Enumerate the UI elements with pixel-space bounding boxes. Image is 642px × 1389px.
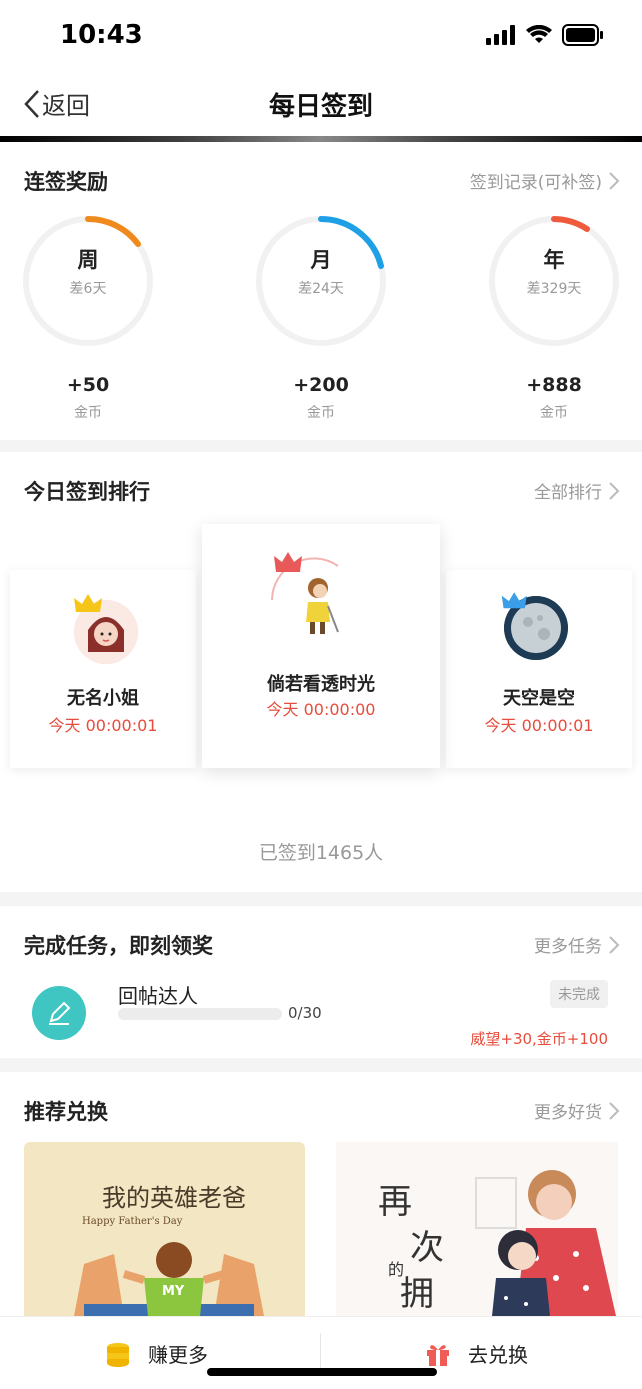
exchange-section: 推荐兑换 更多好货 我的英雄老爸 Happy Father's Day MY 再… bbox=[0, 1072, 642, 1316]
exchange-item-2-text-4: 拥 bbox=[400, 1274, 434, 1314]
more-tasks-label: 更多任务 bbox=[534, 937, 602, 957]
exchange-item-2-text-2: 次 bbox=[410, 1228, 444, 1268]
father-daughter-illustration bbox=[74, 1242, 264, 1316]
status-time: 10:43 bbox=[60, 20, 143, 50]
crown-icon bbox=[501, 592, 527, 609]
signed-count: 已签到1465人 bbox=[258, 842, 384, 864]
home-indicator bbox=[207, 1368, 437, 1376]
chevron-right-icon bbox=[609, 1101, 620, 1120]
status-bar: 10:43 bbox=[0, 0, 642, 74]
ranking-section: 今日签到排行 全部排行 无名小姐 今天 00:00:01 天空是空 今天 00:… bbox=[0, 452, 642, 892]
month-reward: +200 bbox=[293, 374, 349, 396]
go-exchange-button[interactable]: 去兑换 bbox=[424, 1317, 528, 1389]
tasks-title: 完成任务，即刻领奖 bbox=[24, 934, 213, 958]
month-remaining: 差24天 bbox=[298, 281, 344, 297]
task-name: 回帖达人 bbox=[118, 984, 198, 1008]
year-reward-unit: 金币 bbox=[540, 405, 568, 421]
nav-bar: 返回 每日签到 bbox=[0, 74, 642, 136]
streak-title: 连签奖励 bbox=[24, 170, 108, 194]
chevron-right-icon bbox=[609, 171, 620, 190]
rank-name: 天空是空 bbox=[503, 688, 575, 709]
gift-icon bbox=[427, 1344, 449, 1366]
bottom-divider bbox=[320, 1333, 321, 1373]
all-ranking-label: 全部排行 bbox=[534, 483, 602, 503]
go-exchange-label: 去兑换 bbox=[468, 1343, 528, 1367]
exchange-item-2-text-1: 再 bbox=[378, 1182, 412, 1222]
chevron-right-icon bbox=[609, 935, 620, 954]
page-title: 每日签到 bbox=[268, 92, 373, 122]
task-progress-text: 0/30 bbox=[288, 1004, 322, 1022]
tasks-section: 完成任务，即刻领奖 更多任务 回帖达人 0/30 未完成 威望+30,金币+10… bbox=[0, 906, 642, 1058]
rank-card-1[interactable]: 倘若看透时光 今天 00:00:00 bbox=[202, 524, 440, 768]
more-tasks-link[interactable]: 更多任务 bbox=[534, 932, 620, 957]
ranking-title: 今日签到排行 bbox=[24, 480, 150, 504]
rank-time: 今天 00:00:01 bbox=[484, 716, 594, 735]
exchange-title: 推荐兑换 bbox=[24, 1100, 108, 1124]
exchange-item-1[interactable]: 我的英雄老爸 Happy Father's Day MY bbox=[24, 1142, 305, 1316]
battery-icon bbox=[562, 24, 603, 46]
exchange-item-1-subtitle: Happy Father's Day bbox=[82, 1216, 183, 1227]
sign-record-link[interactable]: 签到记录(可补签) bbox=[470, 168, 620, 193]
streak-section: 连签奖励 签到记录(可补签) 周 差6天 +50 金币 月 差24天 +200 … bbox=[0, 142, 642, 440]
bottom-bar: 赚更多 去兑换 bbox=[0, 1316, 642, 1389]
more-goods-label: 更多好货 bbox=[534, 1103, 602, 1123]
coins-icon bbox=[107, 1342, 129, 1367]
year-label: 年 bbox=[543, 248, 565, 272]
week-remaining: 差6天 bbox=[69, 281, 107, 297]
week-label: 周 bbox=[77, 248, 99, 272]
rank-name: 倘若看透时光 bbox=[267, 674, 375, 695]
mother-daughter-illustration bbox=[475, 1170, 616, 1316]
shirt-text: MY bbox=[162, 1284, 185, 1299]
streak-year: 年 差329天 +888 金币 bbox=[487, 214, 621, 422]
streak-month: 月 差24天 +200 金币 bbox=[254, 214, 388, 422]
rank-card-2[interactable]: 无名小姐 今天 00:00:01 bbox=[10, 570, 196, 768]
task-status-badge[interactable]: 未完成 bbox=[550, 980, 608, 1008]
chevron-right-icon bbox=[609, 481, 620, 500]
earn-more-button[interactable]: 赚更多 bbox=[104, 1317, 208, 1389]
exchange-item-1-title: 我的英雄老爸 bbox=[102, 1184, 246, 1212]
sign-record-label: 签到记录(可补签) bbox=[469, 173, 602, 193]
wifi-icon bbox=[526, 25, 552, 43]
earn-more-label: 赚更多 bbox=[148, 1343, 208, 1367]
task-progress-bar bbox=[118, 1008, 282, 1020]
status-icons bbox=[486, 24, 604, 46]
avatar-illustration bbox=[306, 578, 339, 634]
rank-time: 今天 00:00:00 bbox=[266, 700, 376, 719]
week-reward: +50 bbox=[66, 374, 110, 396]
rank-time: 今天 00:00:01 bbox=[48, 716, 158, 735]
exchange-item-2[interactable]: 再 次 的 拥 bbox=[336, 1142, 618, 1316]
crown-icon bbox=[74, 594, 102, 612]
month-reward-unit: 金币 bbox=[307, 405, 335, 421]
signal-icon bbox=[486, 25, 515, 45]
all-ranking-link[interactable]: 全部排行 bbox=[534, 478, 620, 503]
year-reward: +888 bbox=[526, 374, 582, 396]
more-goods-link[interactable]: 更多好货 bbox=[534, 1098, 620, 1123]
rank-card-3[interactable]: 天空是空 今天 00:00:01 bbox=[446, 570, 632, 768]
task-reward: 威望+30,金币+100 bbox=[470, 1030, 608, 1048]
pencil-icon bbox=[32, 986, 86, 1040]
month-label: 月 bbox=[310, 248, 332, 272]
rank-name: 无名小姐 bbox=[67, 688, 139, 709]
year-remaining: 差329天 bbox=[526, 281, 582, 297]
week-reward-unit: 金币 bbox=[74, 405, 102, 421]
streak-week: 周 差6天 +50 金币 bbox=[21, 214, 155, 422]
